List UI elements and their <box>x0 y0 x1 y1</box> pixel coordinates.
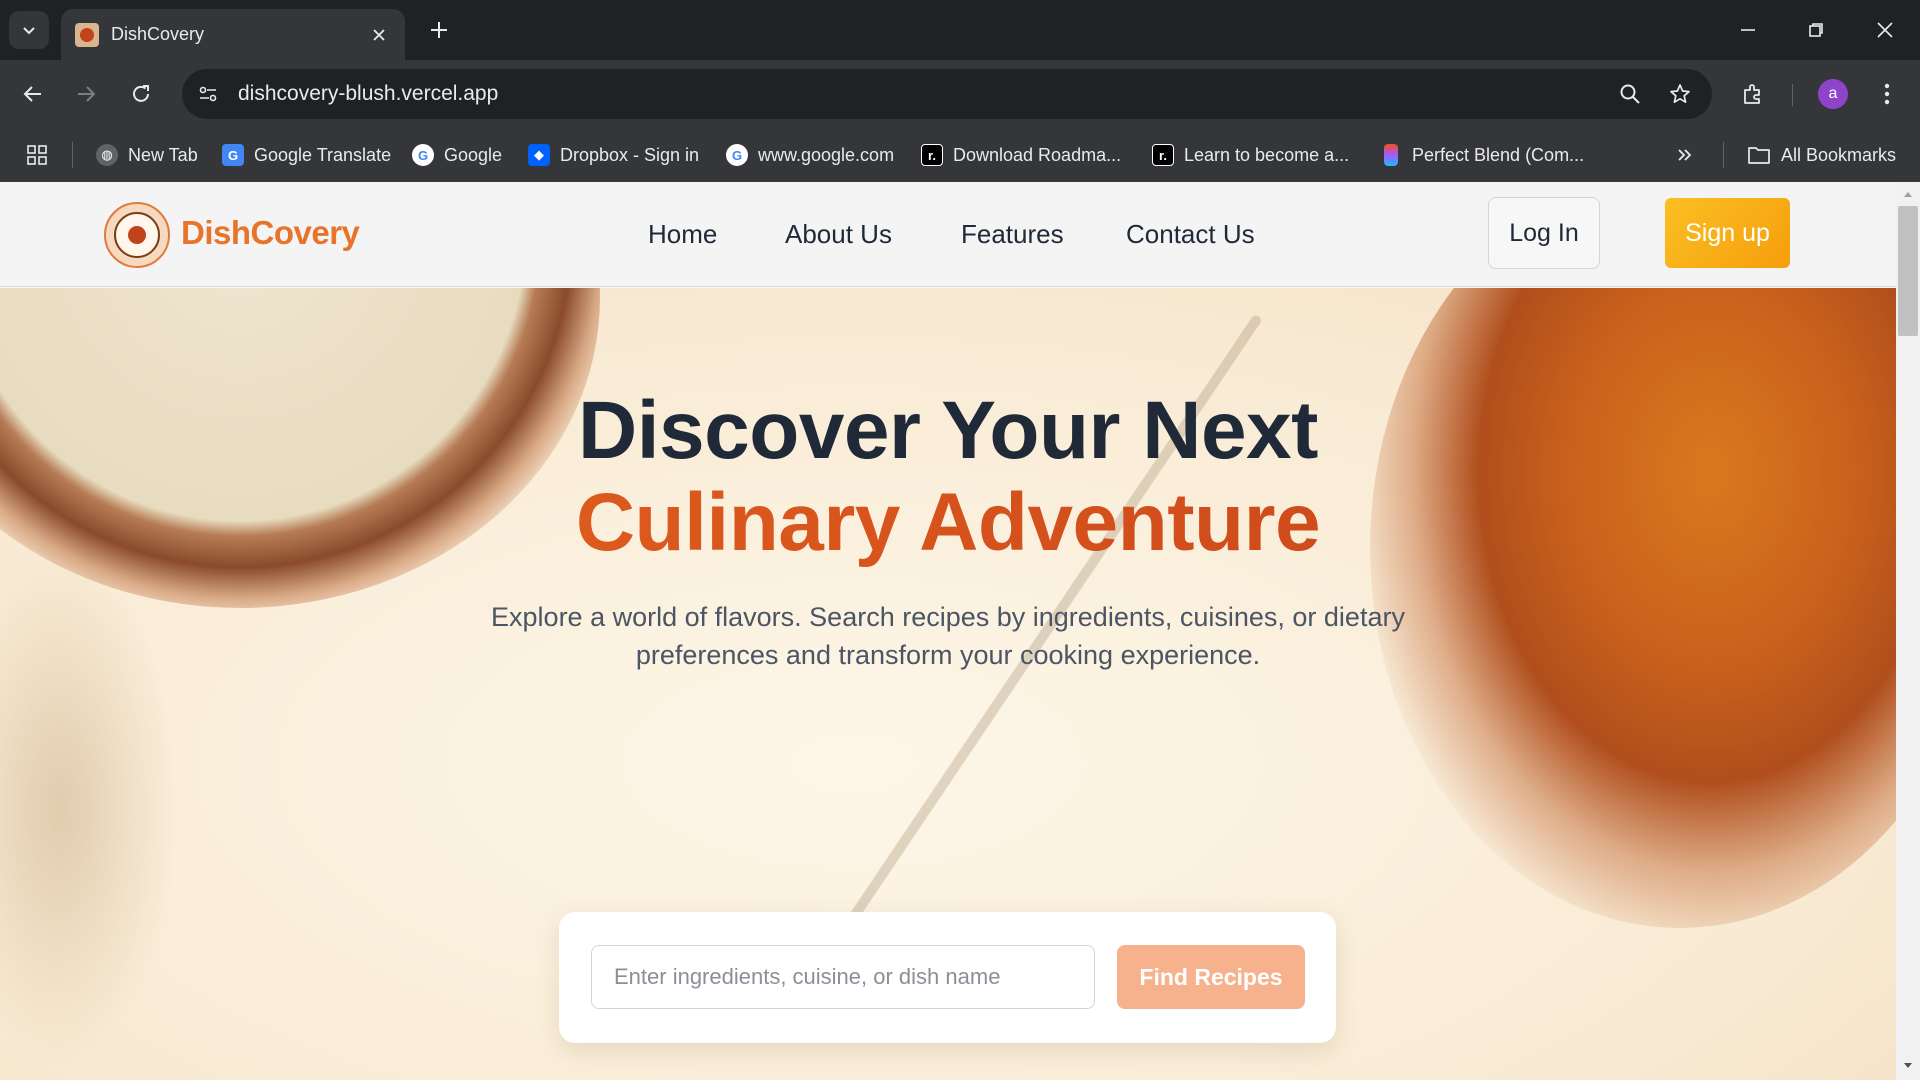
brand-name[interactable]: DishCovery <box>181 214 360 252</box>
bookmark-label: Learn to become a... <box>1184 144 1350 165</box>
background-shadow <box>0 548 180 1068</box>
scroll-down-icon[interactable] <box>1900 1058 1916 1074</box>
toolbar-divider <box>1792 84 1793 106</box>
site-navbar: DishCovery Home About Us Features Contac… <box>0 182 1896 287</box>
roadmap-icon: r. <box>921 144 943 166</box>
menu-kebab-icon[interactable] <box>1869 76 1905 112</box>
extensions-icon[interactable] <box>1735 76 1771 112</box>
find-recipes-button[interactable]: Find Recipes <box>1117 945 1305 1009</box>
restore-icon[interactable] <box>1786 8 1846 52</box>
figma-icon <box>1384 144 1398 166</box>
address-bar[interactable]: dishcovery-blush.vercel.app <box>182 69 1712 119</box>
bookmarks-divider <box>1723 142 1724 168</box>
nav-about-us[interactable]: About Us <box>785 219 892 250</box>
roadmap-icon: r. <box>1152 144 1174 166</box>
google-icon: G <box>412 144 434 166</box>
hero-title-line1: Discover Your Next <box>578 385 1318 476</box>
page-viewport: DishCovery Home About Us Features Contac… <box>0 182 1896 1080</box>
bookmark-label: www.google.com <box>758 144 895 165</box>
bookmark-label: Download Roadma... <box>953 144 1122 165</box>
bookmarks-divider <box>72 142 73 168</box>
bookmark-google-com[interactable]: G www.google.com <box>726 141 894 169</box>
tab-search-button[interactable] <box>9 11 49 49</box>
bookmark-label: Google Translate <box>254 144 392 165</box>
recipe-search-input[interactable] <box>591 945 1095 1009</box>
recipe-search-card: Find Recipes <box>559 912 1336 1043</box>
chevron-down-icon <box>23 27 35 35</box>
apps-grid-icon[interactable] <box>26 141 48 169</box>
nav-home[interactable]: Home <box>648 219 717 250</box>
new-tab-icon[interactable] <box>424 15 454 45</box>
bookmark-learn-to-become[interactable]: r. Learn to become a... <box>1152 141 1349 169</box>
bookmark-label: Dropbox - Sign in <box>560 144 700 165</box>
nav-contact-us[interactable]: Contact Us <box>1126 219 1255 250</box>
site-info-icon[interactable] <box>190 76 226 112</box>
bookmark-label: Google <box>444 144 503 165</box>
minimize-icon[interactable] <box>1718 8 1778 52</box>
tab-title: DishCovery <box>111 24 205 44</box>
bookmark-star-icon[interactable] <box>1662 76 1698 112</box>
bookmark-dropbox[interactable]: ◆ Dropbox - Sign in <box>528 141 699 169</box>
avatar: a <box>1818 79 1848 109</box>
profile-button[interactable]: a <box>1815 76 1851 112</box>
dishcovery-logo-icon[interactable] <box>104 202 170 268</box>
bookmark-label: Perfect Blend (Com... <box>1412 144 1585 165</box>
hero-subtitle: Explore a world of flavors. Search recip… <box>491 602 1405 670</box>
google-icon: G <box>726 144 748 166</box>
close-tab-icon[interactable] <box>367 23 391 47</box>
bookmark-google-translate[interactable]: G Google Translate <box>222 141 391 169</box>
folder-icon <box>1748 147 1770 164</box>
zoom-icon[interactable] <box>1612 76 1648 112</box>
forward-icon[interactable] <box>68 76 104 112</box>
back-icon[interactable] <box>15 76 51 112</box>
login-button[interactable]: Log In <box>1488 197 1600 269</box>
hero-title-line2: Culinary Adventure <box>0 476 1896 570</box>
site-favicon-icon <box>75 22 99 47</box>
bookmarks-bar: ◍ New Tab G Google Translate G Google ◆ … <box>0 128 1920 182</box>
all-bookmarks-button[interactable]: All Bookmarks <box>1747 141 1896 169</box>
scroll-up-icon[interactable] <box>1900 186 1916 202</box>
bookmark-download-roadmap[interactable]: r. Download Roadma... <box>921 141 1121 169</box>
browser-toolbar: dishcovery-blush.vercel.app a <box>0 60 1920 128</box>
url-text[interactable]: dishcovery-blush.vercel.app <box>238 82 1612 106</box>
close-window-icon[interactable] <box>1855 8 1915 52</box>
dropbox-icon: ◆ <box>528 144 550 166</box>
active-tab[interactable]: DishCovery <box>61 9 405 60</box>
bookmark-label: New Tab <box>128 144 198 165</box>
bookmark-new-tab[interactable]: ◍ New Tab <box>96 141 198 169</box>
tab-strip: DishCovery <box>0 0 1920 60</box>
globe-icon: ◍ <box>96 144 118 166</box>
bookmark-google[interactable]: G Google <box>412 141 502 169</box>
all-bookmarks-label: All Bookmarks <box>1781 144 1897 165</box>
bookmark-perfect-blend[interactable]: Perfect Blend (Com... <box>1384 141 1584 169</box>
signup-button[interactable]: Sign up <box>1665 198 1790 268</box>
reload-icon[interactable] <box>123 76 159 112</box>
nav-features[interactable]: Features <box>961 219 1064 250</box>
more-bookmarks-icon[interactable] <box>1676 141 1694 169</box>
scrollbar-thumb[interactable] <box>1898 206 1918 336</box>
google-translate-icon: G <box>222 144 244 166</box>
